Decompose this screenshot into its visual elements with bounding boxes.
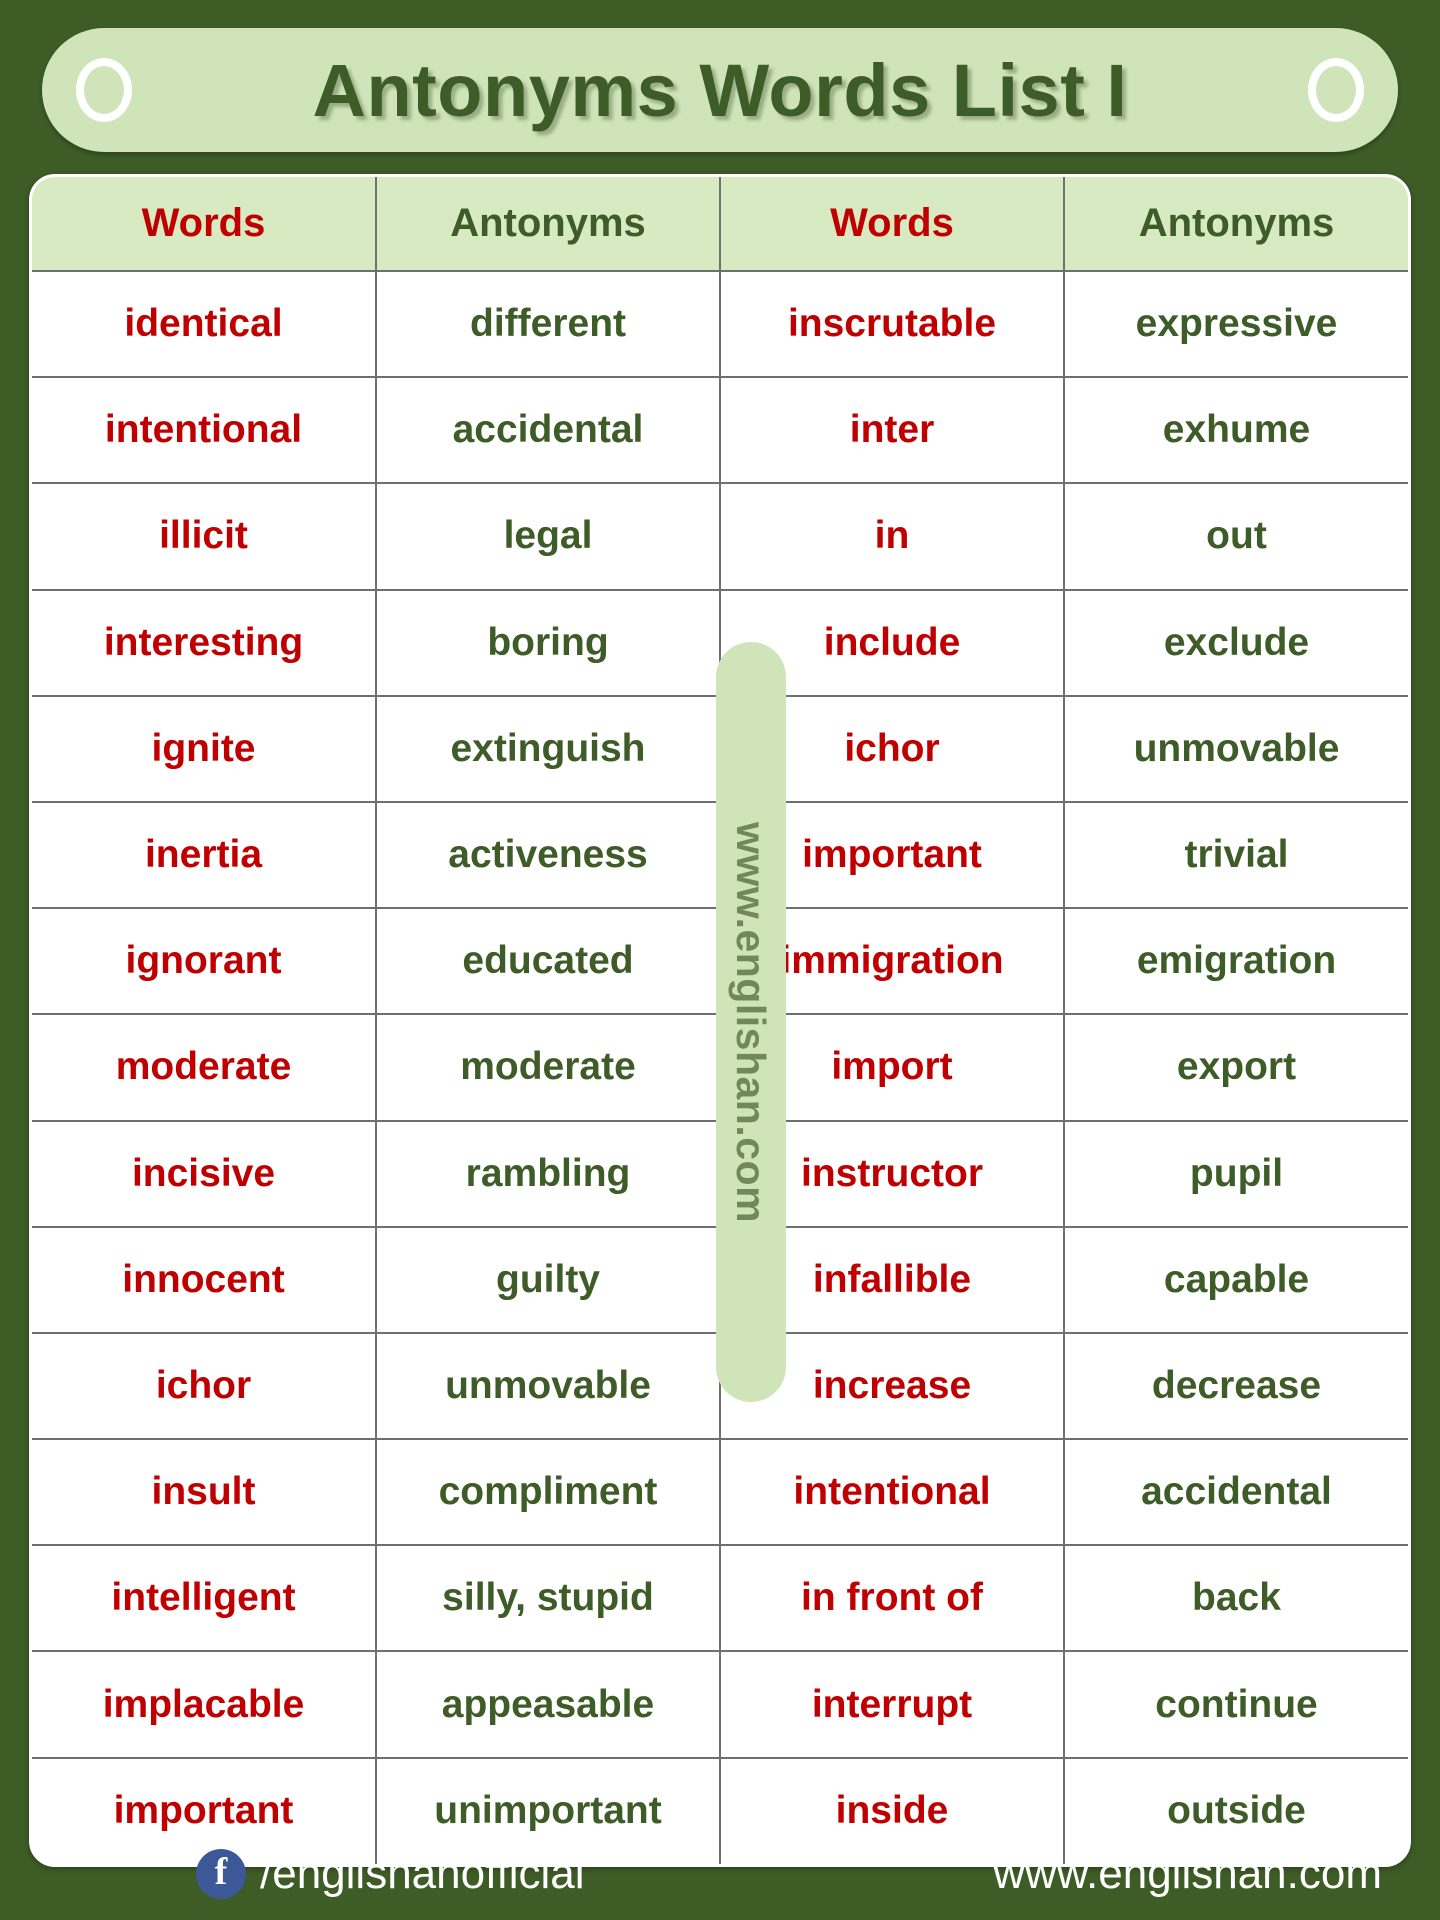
cell-antonym: exclude [1064,589,1408,697]
cell-word: ignite [32,695,377,803]
cell-antonym: expressive [1064,271,1408,379]
column-header-antonyms-2: Antonyms [1064,177,1408,272]
facebook-link[interactable]: f /englishanofficial [196,1849,585,1899]
cell-word: incisive [32,1120,377,1228]
table-row: insult compliment intentional accidental [32,1439,1408,1547]
cell-word: intelligent [32,1545,377,1653]
website-url[interactable]: www.englishan.com [993,1849,1382,1899]
watermark-badge: www.englishan.com [716,642,786,1402]
cell-word: innocent [32,1226,377,1334]
cell-antonym: legal [376,483,721,591]
cell-antonym: continue [1064,1651,1408,1759]
cell-word: inertia [32,801,377,910]
antonyms-table-card: Words Antonyms Words Antonyms identical d… [29,174,1411,1867]
cell-antonym: capable [1064,1226,1408,1334]
cell-word: ignorant [32,908,377,1016]
cell-antonym: rambling [376,1120,721,1228]
cell-antonym: unmovable [1064,695,1408,803]
table-row: implacable appeasable interrupt continue [32,1651,1408,1759]
cell-antonym: silly, stupid [376,1545,721,1653]
cell-antonym: emigration [1064,908,1408,1016]
column-header-words-1: Words [32,177,377,272]
table-row: illicit legal in out [32,483,1408,591]
cell-antonym: out [1064,483,1408,591]
page-title: Antonyms Words List I [312,48,1128,132]
cell-word: in [720,483,1065,591]
table-row: intelligent silly, stupid in front of back [32,1545,1408,1653]
cell-word: moderate [32,1014,377,1122]
cell-antonym: compliment [376,1439,721,1547]
table-row: identical different inscrutable expressive [32,271,1408,379]
cell-antonym: exhume [1064,377,1408,485]
cell-antonym: educated [376,908,721,1016]
antonyms-poster: Antonyms Words List I Words Antonyms Wor… [0,0,1440,1920]
cell-word: in front of [720,1545,1065,1653]
table-head: Words Antonyms Words Antonyms [32,177,1408,272]
cell-word: interrupt [720,1651,1065,1759]
table-row: intentional accidental inter exhume [32,377,1408,485]
cell-antonym: export [1064,1014,1408,1122]
cell-antonym: extinguish [376,695,721,803]
cell-antonym: appeasable [376,1651,721,1759]
cell-word: intentional [32,377,377,485]
cell-antonym: guilty [376,1226,721,1334]
cell-word: implacable [32,1651,377,1759]
cell-word: identical [32,271,377,379]
ring-hole-right-icon [1308,58,1364,122]
facebook-handle[interactable]: /englishanofficial [260,1849,585,1899]
column-header-words-2: Words [720,177,1065,272]
cell-word: inter [720,377,1065,485]
column-header-antonyms-1: Antonyms [376,177,721,272]
cell-word: insult [32,1439,377,1547]
cell-antonym: different [376,271,721,379]
cell-antonym: decrease [1064,1332,1408,1441]
cell-antonym: unmovable [376,1332,721,1441]
cell-antonym: trivial [1064,801,1408,910]
table-header-row: Words Antonyms Words Antonyms [32,177,1408,272]
cell-word: intentional [720,1439,1065,1547]
footer-bar: f /englishanofficial www.englishan.com [0,1828,1440,1920]
title-banner: Antonyms Words List I [42,28,1398,152]
cell-word: inscrutable [720,271,1065,379]
watermark-text: www.englishan.com [728,821,775,1223]
cell-antonym: back [1064,1545,1408,1653]
cell-antonym: activeness [376,801,721,910]
cell-word: interesting [32,589,377,697]
cell-antonym: accidental [1064,1439,1408,1547]
cell-word: ichor [32,1332,377,1441]
cell-word: illicit [32,483,377,591]
cell-antonym: boring [376,589,721,697]
cell-antonym: moderate [376,1014,721,1122]
cell-antonym: accidental [376,377,721,485]
facebook-icon[interactable]: f [196,1849,246,1899]
cell-antonym: pupil [1064,1120,1408,1228]
ring-hole-left-icon [76,58,132,122]
